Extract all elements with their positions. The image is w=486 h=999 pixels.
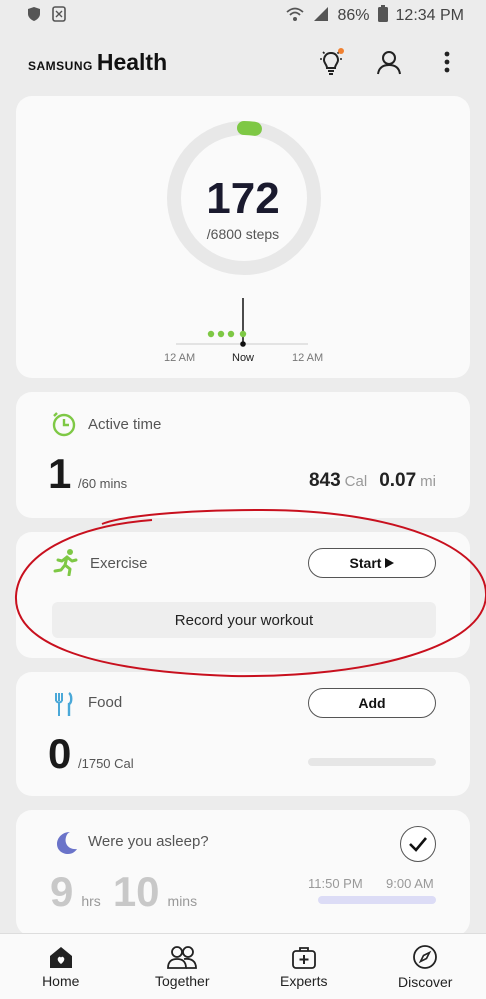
food-value: 0 [48, 730, 72, 777]
sleep-start-time: 11:50 PM [308, 876, 363, 891]
sleep-card[interactable]: Were you asleep? 9 hrs 10 mins 11:50 PM … [16, 810, 470, 936]
exercise-card[interactable]: Exercise Start Record your workout [16, 532, 470, 658]
battery-icon [377, 5, 388, 27]
steps-goal: /6800 steps [206, 226, 280, 242]
food-title: Food [88, 694, 123, 711]
nav-home-label: Home [42, 972, 80, 989]
distance-value: 0.07 [379, 470, 417, 491]
active-time-goal: /60 mins [78, 476, 128, 491]
person-icon [377, 51, 401, 75]
steps-timeline: 12 AM Now 12 AM [16, 296, 470, 376]
active-time-card[interactable]: Active time 1 /60 mins 843 Cal 0.07 mi [16, 392, 470, 518]
checkmark-icon [409, 837, 427, 852]
start-button-label: Start [349, 555, 382, 571]
sleep-duration: 9 hrs 10 mins [50, 868, 197, 916]
active-time-stats: 843 Cal 0.07 mi [309, 470, 436, 492]
food-card[interactable]: Food Add 0 /1750 Cal [16, 672, 470, 796]
add-food-button[interactable]: Add [308, 688, 436, 718]
active-time-value: 1 [48, 450, 72, 497]
play-icon [385, 558, 395, 568]
nav-discover-label: Discover [398, 973, 453, 990]
confirm-sleep-button[interactable] [400, 826, 436, 862]
steps-card[interactable]: 172 /6800 steps 12 AM Now 12 AM [16, 96, 470, 378]
brand-prefix: SAMSUNG [28, 58, 93, 73]
start-exercise-button[interactable]: Start [308, 548, 436, 578]
status-bar: 86% 12:34 PM [0, 0, 486, 32]
distance-unit: mi [420, 473, 436, 490]
lightbulb-icon [320, 48, 344, 75]
profile-button[interactable] [374, 47, 404, 77]
nav-home[interactable]: Home [0, 934, 122, 999]
compass-icon [413, 944, 438, 969]
add-button-label: Add [358, 695, 386, 711]
people-icon [167, 945, 198, 969]
exercise-title: Exercise [90, 555, 148, 572]
steps-timeline-chart [176, 298, 308, 347]
sleep-end-time: 9:00 AM [386, 876, 434, 891]
more-options-button[interactable] [432, 47, 462, 77]
sleep-title: Were you asleep? [88, 833, 209, 850]
sleep-range-bar [318, 896, 436, 904]
brand-name: Health [96, 48, 168, 75]
steps-count: 172 [206, 174, 280, 223]
sim-notification-icon [52, 5, 66, 27]
nav-experts-label: Experts [280, 972, 328, 989]
sleep-hours: 9 [50, 868, 74, 915]
nav-together-label: Together [155, 972, 210, 989]
timeline-end-label: 12 AM [292, 352, 324, 364]
sleep-mins: 10 [112, 868, 160, 915]
clock: 12:34 PM [395, 7, 464, 24]
food-progress-bar [308, 758, 436, 766]
calories-value: 843 [308, 470, 341, 491]
active-time-title: Active time [88, 416, 162, 433]
nav-experts[interactable]: Experts [243, 934, 365, 999]
tips-button[interactable] [316, 47, 346, 77]
moon-icon [57, 832, 77, 854]
nav-together[interactable]: Together [122, 934, 244, 999]
sleep-hours-unit: hrs [81, 893, 101, 909]
nav-discover[interactable]: Discover [365, 934, 486, 999]
wifi-icon [285, 6, 305, 27]
calories-unit: Cal [344, 473, 368, 490]
signal-icon [313, 6, 329, 27]
record-workout-button[interactable]: Record your workout [52, 602, 436, 638]
app-bar: SAMSUNG Health [0, 38, 486, 86]
kebab-menu-icon [444, 51, 450, 73]
food-goal: /1750 Cal [78, 756, 134, 771]
home-icon [49, 946, 72, 968]
timeline-now-label: Now [232, 352, 255, 364]
timeline-start-label: 12 AM [164, 352, 196, 364]
record-workout-label: Record your workout [174, 611, 314, 629]
sleep-mins-unit: mins [167, 893, 198, 909]
bottom-navigation: Home Together Experts Discover [0, 933, 486, 999]
running-person-icon [53, 549, 78, 576]
medical-kit-icon [291, 946, 316, 969]
stopwatch-icon [52, 412, 76, 437]
shield-notification-icon [26, 6, 42, 27]
fork-knife-icon [55, 692, 73, 716]
brand-logo: SAMSUNG Health [28, 49, 167, 76]
battery-percent: 86% [337, 7, 370, 24]
